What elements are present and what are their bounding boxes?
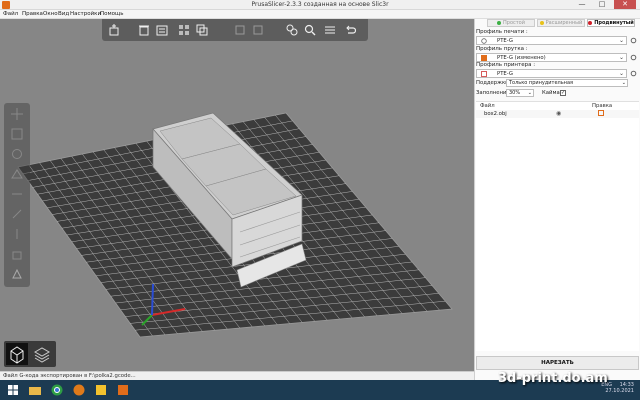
eye-icon[interactable]: ◉ (556, 110, 561, 117)
delete-icon[interactable] (136, 22, 152, 38)
printer-profile-select[interactable]: PTE-G ⌄ (476, 69, 627, 78)
copy-icon[interactable] (194, 22, 210, 38)
left-toolbar (4, 103, 30, 287)
print-gear-icon[interactable] (629, 36, 638, 45)
col-file-header: Файл (480, 103, 495, 109)
mode-advanced-label: Расширенный (545, 20, 583, 26)
print-settings-icon (481, 38, 487, 44)
chevron-down-icon: ⌄ (527, 90, 532, 96)
prusaslicer-taskbar-icon[interactable] (114, 382, 132, 398)
paint-supports-icon[interactable] (8, 205, 26, 223)
variable-layer-icon[interactable] (8, 265, 26, 283)
brim-label: Кайма: (542, 90, 562, 96)
firefox-icon[interactable] (70, 382, 88, 398)
brim-checkbox[interactable]: ✓ (560, 90, 566, 96)
mode-tabs: Простой Расширенный Продвинутый (487, 19, 635, 28)
filament-profile-value: PTE-G (изменено) (497, 55, 546, 61)
3d-viewport[interactable] (0, 19, 474, 371)
menu-window[interactable]: Окно (43, 11, 58, 17)
printer-gear-icon[interactable] (629, 69, 638, 78)
object-list: Файл Правка box2.obj ◉ (476, 101, 639, 351)
remove-instance-icon[interactable] (250, 22, 266, 38)
supports-select[interactable]: Только принудительная ⌄ (506, 79, 628, 87)
mode-advanced[interactable]: Расширенный (537, 19, 585, 27)
arrange-icon[interactable] (176, 22, 192, 38)
scale-icon[interactable] (8, 125, 26, 143)
infill-row: Заполнение: 30% ⌄ Кайма: ✓ (476, 89, 639, 99)
filament-gear-icon[interactable] (629, 53, 638, 62)
filament-profile-label: Профиль прутка : (476, 46, 528, 52)
chevron-down-icon: ⌄ (618, 37, 624, 44)
minimize-button[interactable]: — (574, 0, 590, 9)
supports-row: Поддержки: Только принудительная ⌄ (476, 79, 639, 89)
top-toolbar (102, 19, 368, 41)
layers-editing-icon[interactable] (322, 22, 338, 38)
printer-profile-value: PTE-G (497, 71, 513, 77)
chevron-down-icon: ⌄ (618, 54, 624, 61)
col-edit-header: Правка (592, 103, 613, 109)
status-message: Файл G-кода экспортирован в F:\polka2.gc… (3, 373, 136, 379)
add-object-icon[interactable] (106, 22, 122, 38)
slice-button[interactable]: НАРЕЗАТЬ (476, 356, 639, 370)
menu-settings[interactable]: Настройки (70, 11, 101, 17)
window-title: PrusaSlicer-2.3.3 созданная на основе Sl… (251, 1, 389, 8)
object-name: box2.obj (484, 111, 507, 117)
print-profile-value: PTE-G (497, 38, 513, 44)
menu-help[interactable]: Помощь (100, 11, 123, 17)
preview-icon[interactable] (31, 343, 53, 365)
status-bar: Файл G-кода экспортирован в F:\polka2.gc… (0, 371, 474, 380)
seam-painting-icon[interactable] (8, 225, 26, 243)
close-button[interactable]: ✕ (614, 0, 636, 9)
chevron-down-icon: ⌄ (621, 80, 626, 86)
filament-color-icon (481, 55, 487, 61)
move-icon[interactable] (8, 105, 26, 123)
printer-profile-label: Профиль принтера : (476, 62, 536, 68)
menu-bar: Файл Правка Окно Вид Настройки Помощь (0, 10, 640, 19)
menu-file[interactable]: Файл (3, 11, 18, 17)
explorer-icon[interactable] (26, 382, 44, 398)
mode-simple-label: Простой (503, 20, 525, 26)
filament-profile-select[interactable]: PTE-G (изменено) ⌄ (476, 53, 627, 62)
infill-select[interactable]: 30% ⌄ (506, 89, 534, 97)
mode-simple-dot-icon (497, 21, 502, 25)
app-yellow-icon[interactable] (92, 382, 110, 398)
printer-icon (481, 71, 487, 77)
mode-advanced-dot-icon (539, 21, 544, 25)
hollow-icon[interactable] (8, 245, 26, 263)
rotate-icon[interactable] (8, 145, 26, 163)
menu-view[interactable]: Вид (58, 11, 69, 17)
maximize-button[interactable]: □ (594, 0, 610, 9)
clock-date: 27.10.2021 (605, 388, 634, 394)
delete-all-icon[interactable] (154, 22, 170, 38)
view-switcher (4, 341, 56, 367)
print-profile-label: Профиль печати : (476, 29, 528, 35)
infill-value: 30% (509, 90, 521, 96)
chevron-down-icon: ⌄ (618, 70, 624, 77)
chrome-icon[interactable] (48, 382, 66, 398)
add-instance-icon[interactable] (232, 22, 248, 38)
3d-view-icon[interactable] (6, 343, 28, 365)
place-on-face-icon[interactable] (8, 165, 26, 183)
undo-icon[interactable] (342, 22, 358, 38)
mode-expert-label: Продвинутый (594, 20, 634, 26)
mode-expert[interactable]: Продвинутый (587, 19, 635, 27)
list-item[interactable]: box2.obj ◉ (476, 110, 639, 118)
cut-icon[interactable] (8, 185, 26, 203)
mode-simple[interactable]: Простой (487, 19, 535, 27)
mode-expert-dot-icon (588, 21, 593, 25)
supports-value: Только принудительная (509, 80, 574, 86)
plater-scene (17, 112, 453, 338)
search-icon[interactable] (302, 22, 318, 38)
split-icon[interactable] (284, 22, 300, 38)
title-bar: PrusaSlicer-2.3.3 созданная на основе Sl… (0, 0, 640, 10)
start-icon[interactable] (4, 382, 22, 398)
menu-edit[interactable]: Правка (22, 11, 43, 17)
sidebar: Простой Расширенный Продвинутый Профиль … (474, 19, 640, 380)
watermark: 3d-print.do.am (498, 371, 608, 386)
edit-icon[interactable] (598, 110, 604, 116)
print-profile-select[interactable]: PTE-G ⌄ (476, 36, 627, 45)
